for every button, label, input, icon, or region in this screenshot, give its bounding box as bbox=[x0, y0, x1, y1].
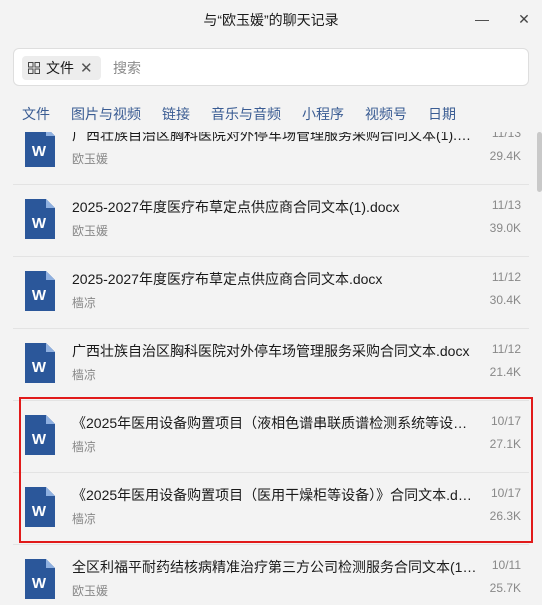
file-sender: 欧玉媛 bbox=[72, 152, 109, 166]
filter-chip-label: 文件 bbox=[46, 60, 74, 76]
svg-text:W: W bbox=[32, 143, 47, 160]
file-date: 11/12 bbox=[491, 342, 521, 356]
file-row[interactable]: W 全区利福平耐药结核病精准治疗第三方公司检测服务合同文本(1).docx 欧玉… bbox=[13, 547, 529, 605]
svg-text:W: W bbox=[32, 359, 47, 376]
svg-text:W: W bbox=[32, 287, 47, 304]
file-sender: 樯凉 bbox=[72, 440, 97, 454]
word-file-icon: W bbox=[25, 132, 55, 167]
file-row[interactable]: W 广西壮族自治区胸科医院对外停车场管理服务采购合同文本.docx 樯凉 11/… bbox=[13, 331, 529, 401]
tab-music-audio[interactable]: 音乐与音频 bbox=[211, 104, 281, 124]
file-sender: 樯凉 bbox=[72, 512, 97, 526]
file-size: 29.4K bbox=[489, 149, 521, 163]
file-name: 2025-2027年度医疗布草定点供应商合同文本(1).docx bbox=[72, 199, 400, 215]
svg-text:W: W bbox=[32, 575, 47, 592]
title-bar: 与“欧玉媛”的聊天记录 — ✕ bbox=[0, 0, 542, 38]
tab-file[interactable]: 文件 bbox=[22, 104, 50, 124]
word-file-icon: W bbox=[25, 415, 55, 455]
close-icon[interactable]: ✕ bbox=[80, 59, 93, 77]
tab-mini-programs[interactable]: 小程序 bbox=[302, 104, 344, 124]
word-file-icon: W bbox=[25, 343, 55, 383]
file-name: 广西壮族自治区胸科医院对外停车场管理服务采购合同文本(1).docx bbox=[72, 132, 477, 143]
scrollbar-thumb[interactable] bbox=[537, 132, 542, 192]
file-size: 26.3K bbox=[489, 509, 521, 523]
file-date: 11/13 bbox=[491, 132, 521, 140]
file-row[interactable]: W 2025-2027年度医疗布草定点供应商合同文本.docx 樯凉 11/12… bbox=[13, 259, 529, 329]
file-sender: 樯凉 bbox=[72, 296, 97, 310]
word-file-icon: W bbox=[25, 271, 55, 311]
file-row[interactable]: W 《2025年医用设备购置项目（液相色谱串联质谱检测系统等设备）》合同文本.d… bbox=[13, 403, 529, 473]
file-date: 11/13 bbox=[491, 198, 521, 212]
file-row[interactable]: W 广西壮族自治区胸科医院对外停车场管理服务采购合同文本(1).docx 欧玉媛… bbox=[13, 132, 529, 185]
file-date: 10/17 bbox=[490, 486, 521, 500]
search-bar: 文件 ✕ bbox=[13, 48, 529, 86]
file-sender: 欧玉媛 bbox=[72, 224, 109, 238]
file-size: 21.4K bbox=[489, 365, 521, 379]
svg-text:W: W bbox=[32, 215, 47, 232]
tab-images-videos[interactable]: 图片与视频 bbox=[71, 104, 141, 124]
file-row[interactable]: W 2025-2027年度医疗布草定点供应商合同文本(1).docx 欧玉媛 1… bbox=[13, 187, 529, 257]
file-sender: 樯凉 bbox=[72, 368, 97, 382]
svg-text:W: W bbox=[32, 431, 47, 448]
word-file-icon: W bbox=[25, 559, 55, 599]
file-sender: 欧玉媛 bbox=[72, 584, 109, 598]
close-button[interactable]: ✕ bbox=[513, 8, 535, 30]
file-row[interactable]: W 《2025年医用设备购置项目（医用干燥柜等设备）》合同文本.docx 樯凉 … bbox=[13, 475, 529, 545]
word-file-icon: W bbox=[25, 487, 55, 527]
search-input[interactable] bbox=[113, 59, 493, 77]
file-name: 2025-2027年度医疗布草定点供应商合同文本.docx bbox=[72, 271, 383, 287]
tab-links[interactable]: 链接 bbox=[162, 104, 190, 124]
file-name: 全区利福平耐药结核病精准治疗第三方公司检测服务合同文本(1).docx bbox=[72, 559, 477, 575]
tab-date[interactable]: 日期 bbox=[428, 104, 456, 124]
file-size: 30.4K bbox=[489, 293, 521, 307]
file-name: 《2025年医用设备购置项目（液相色谱串联质谱检测系统等设备）》合同文本.doc… bbox=[72, 415, 477, 431]
grid-icon bbox=[28, 62, 40, 74]
tab-channels[interactable]: 视频号 bbox=[365, 104, 407, 124]
file-list: W 广西壮族自治区胸科医院对外停车场管理服务采购合同文本(1).docx 欧玉媛… bbox=[13, 132, 535, 605]
file-date: 10/11 bbox=[491, 558, 521, 572]
window-title: 与“欧玉媛”的聊天记录 bbox=[203, 12, 339, 28]
minimize-button[interactable]: — bbox=[471, 8, 493, 30]
file-date: 11/12 bbox=[491, 270, 521, 284]
file-size: 39.0K bbox=[489, 221, 521, 235]
file-date: 10/17 bbox=[490, 414, 521, 428]
file-size: 27.1K bbox=[489, 437, 521, 451]
category-tabs: 文件 图片与视频 链接 音乐与音频 小程序 视频号 日期 bbox=[22, 104, 456, 124]
file-name: 广西壮族自治区胸科医院对外停车场管理服务采购合同文本.docx bbox=[72, 343, 470, 359]
file-name: 《2025年医用设备购置项目（医用干燥柜等设备）》合同文本.docx bbox=[72, 487, 477, 503]
word-file-icon: W bbox=[25, 199, 55, 239]
filter-chip-file[interactable]: 文件 ✕ bbox=[22, 56, 101, 80]
file-size: 25.7K bbox=[489, 581, 521, 595]
svg-text:W: W bbox=[32, 503, 47, 520]
